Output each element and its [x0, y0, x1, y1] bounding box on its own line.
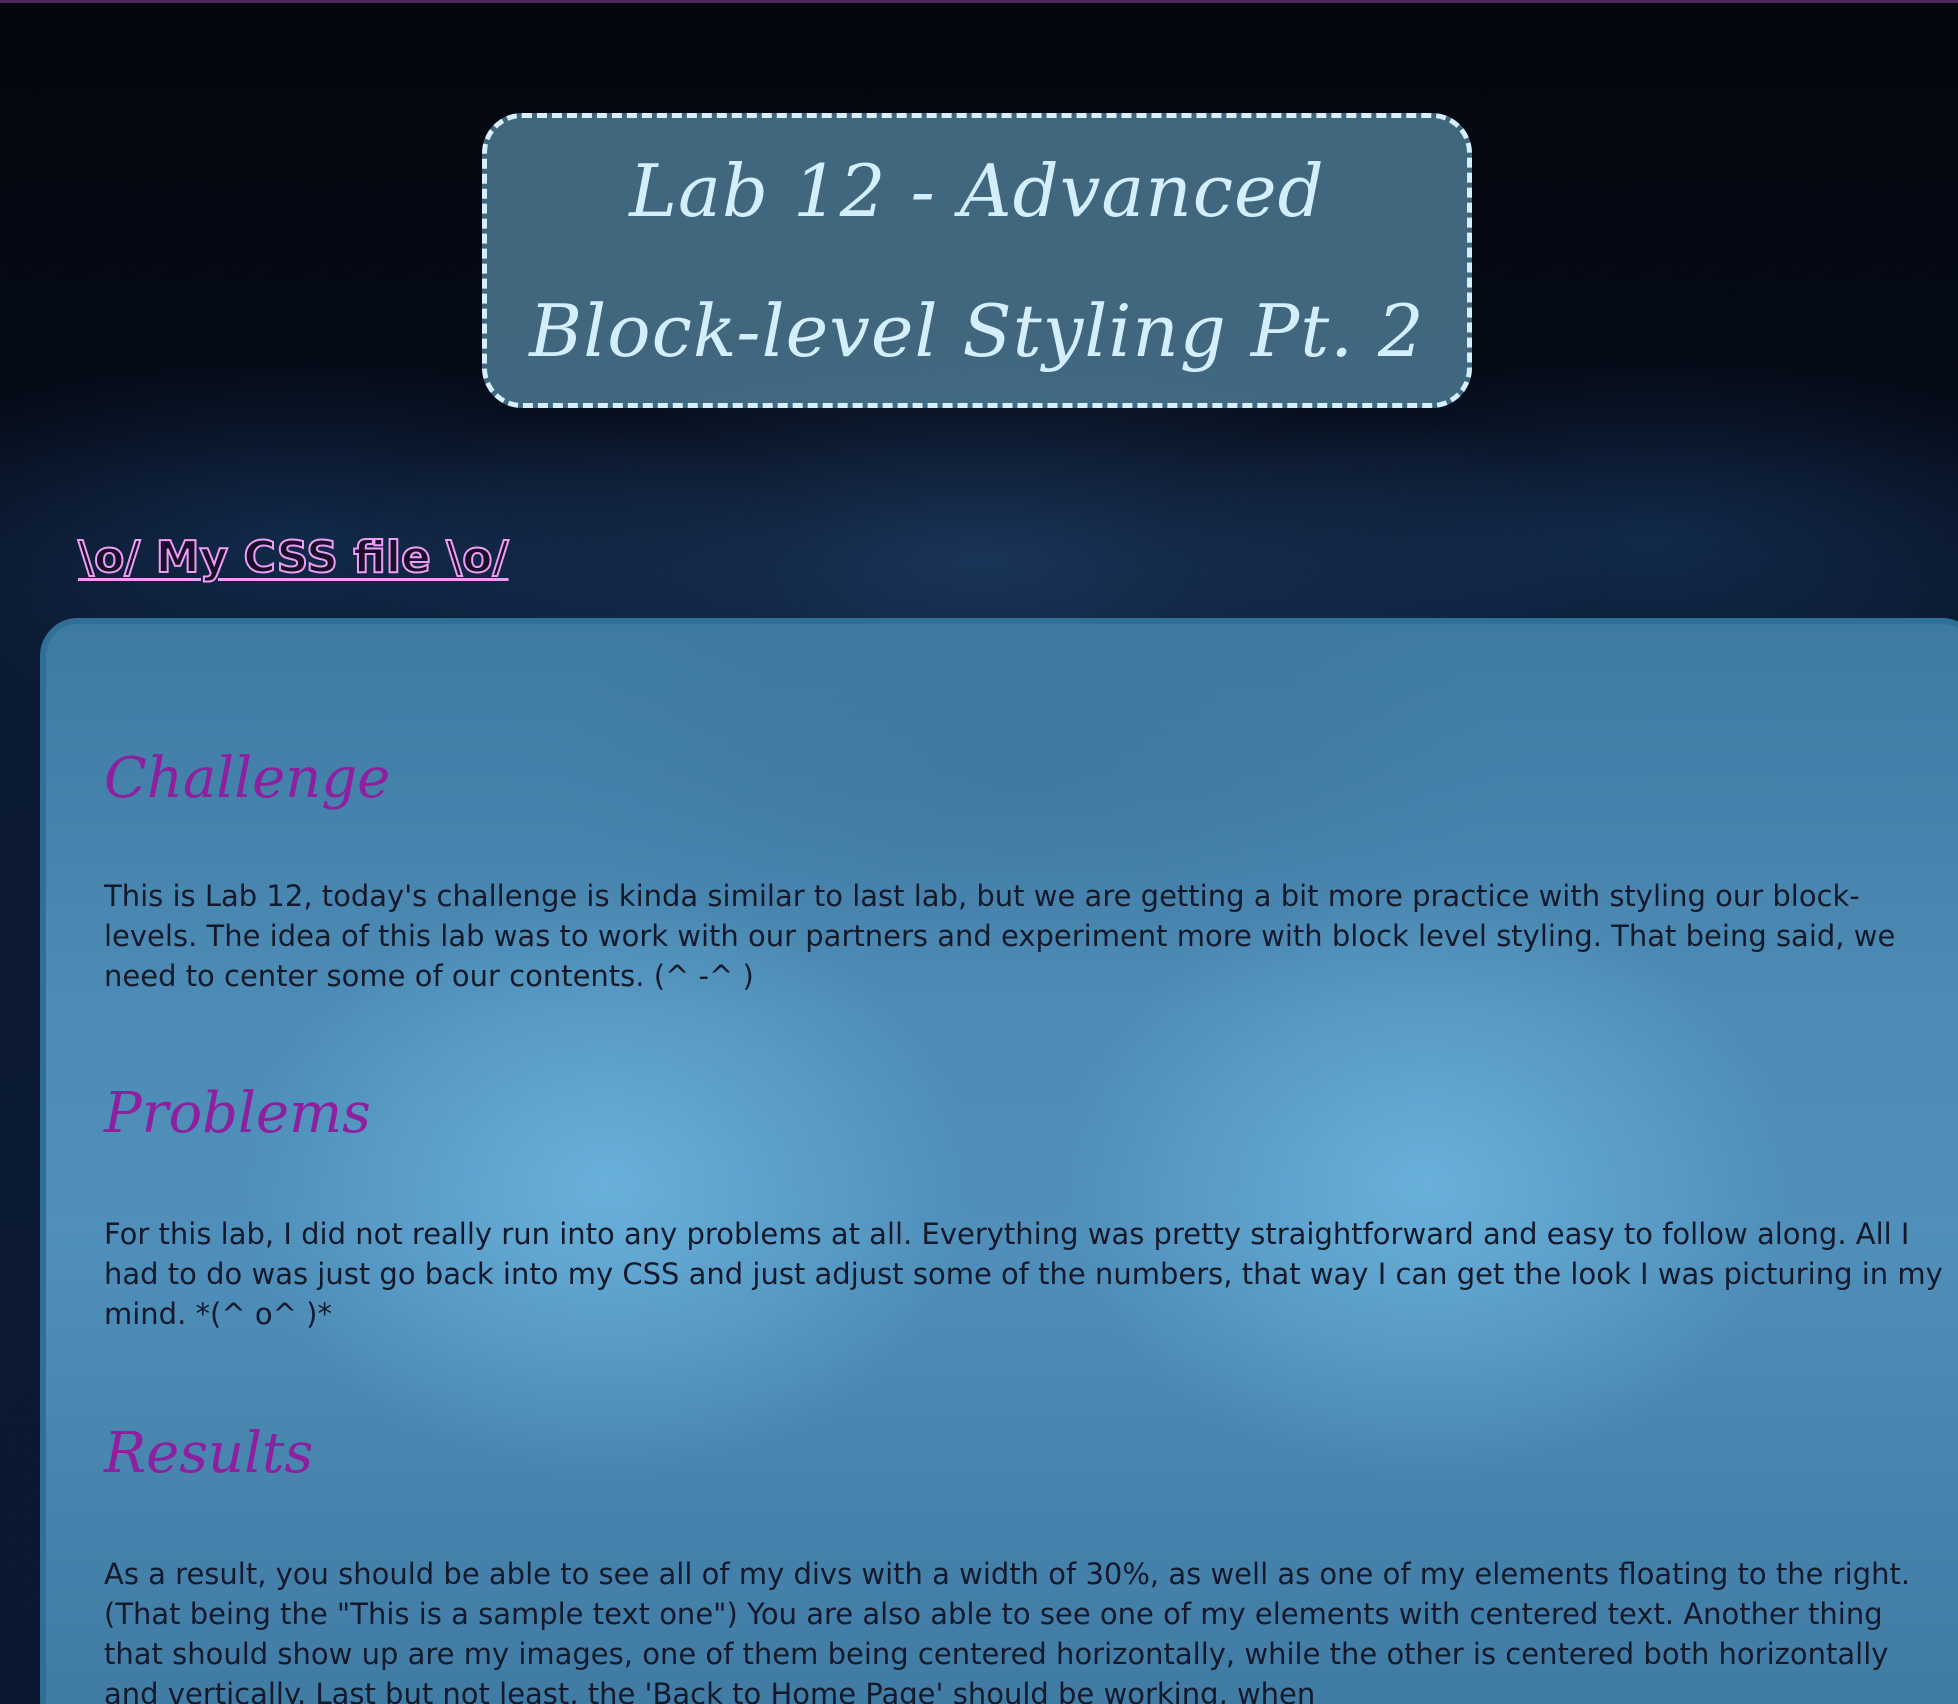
results-heading: Results: [104, 1421, 314, 1486]
problems-heading: Problems: [104, 1081, 371, 1146]
problems-text: For this lab, I did not really run into …: [104, 1217, 1943, 1331]
page-title: Lab 12 - Advanced Block-level Styling Pt…: [529, 148, 1425, 373]
results-text: As a result, you should be able to see a…: [104, 1557, 1911, 1704]
challenge-text: This is Lab 12, today's challenge is kin…: [104, 879, 1896, 993]
css-file-link[interactable]: \o/ My CSS file \o/: [77, 528, 510, 588]
window-top-edge: [0, 0, 1958, 3]
title-banner: Lab 12 - Advanced Block-level Styling Pt…: [482, 113, 1472, 408]
challenge-heading: Challenge: [104, 746, 391, 811]
content-panel: Challenge This is Lab 12, today's challe…: [40, 618, 1958, 1704]
